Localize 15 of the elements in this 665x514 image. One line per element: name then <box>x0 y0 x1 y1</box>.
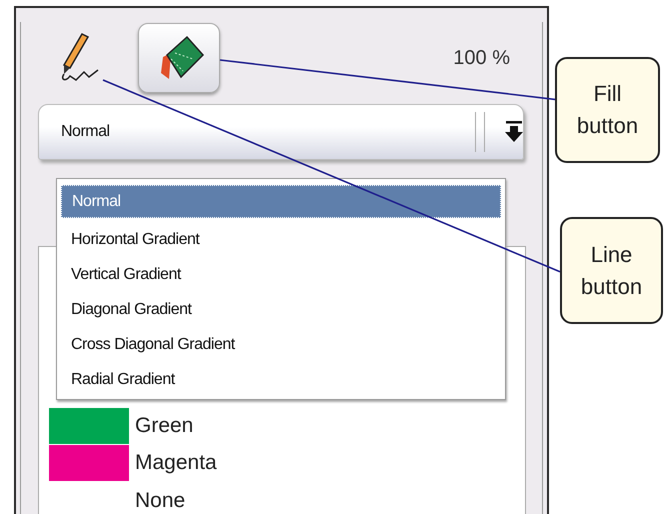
callout: Line button <box>560 217 663 324</box>
callout: Fill button <box>555 57 660 163</box>
menu-option[interactable]: Diagonal Gradient <box>61 292 501 327</box>
menu-option[interactable]: Cross Diagonal Gradient <box>61 327 501 362</box>
fill-style-dropdown[interactable]: Normal <box>38 104 524 160</box>
menu-option[interactable]: Radial Gradient <box>61 362 501 397</box>
zoom-level: 100 % <box>453 46 510 70</box>
menu-option[interactable]: Normal <box>61 185 501 218</box>
dropdown-arrow-icon <box>505 121 523 143</box>
color-name[interactable]: Green <box>135 415 194 436</box>
menu-option[interactable]: Horizontal Gradient <box>61 222 501 257</box>
color-name[interactable]: None <box>135 490 186 510</box>
color-name[interactable]: Magenta <box>135 452 217 473</box>
fill-button[interactable] <box>138 23 220 93</box>
menu-option[interactable]: Vertical Gradient <box>61 257 501 292</box>
